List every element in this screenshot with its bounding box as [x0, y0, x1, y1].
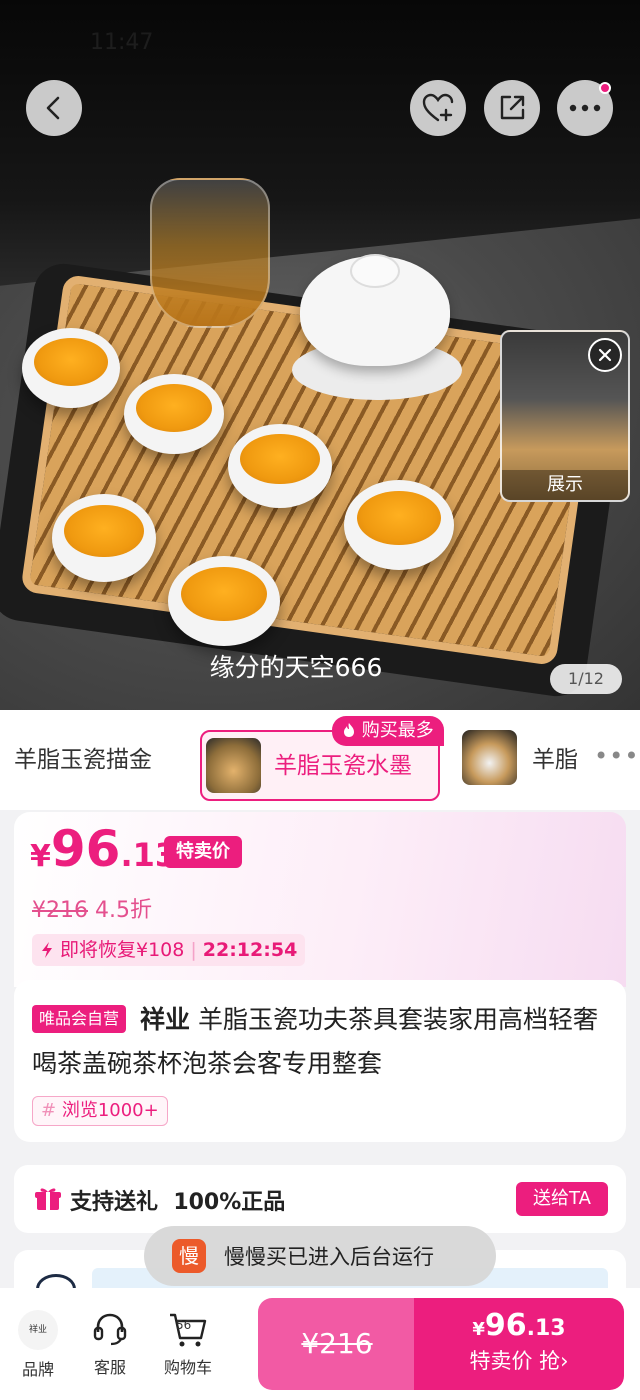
separator: | [190, 939, 197, 961]
image-cup [22, 328, 120, 408]
image-cup [52, 494, 156, 582]
buy-now-button[interactable]: ¥96.13 特卖价 抢› [414, 1298, 624, 1390]
cart-nav[interactable]: 56 购物车 [158, 1310, 218, 1378]
original-price: ¥216 4.5折 [32, 892, 152, 924]
status-time: 11:47 [90, 30, 154, 55]
chevron-left-icon [46, 96, 60, 120]
image-caption: 缘分的天空666 [0, 648, 592, 684]
image-counter: 1/12 [550, 664, 622, 694]
browse-count-tag[interactable]: # 浏览1000+ [32, 1096, 168, 1126]
more-variants-icon[interactable]: ••• [594, 742, 639, 770]
image-pitcher [150, 178, 270, 328]
notification-dot [599, 82, 611, 94]
price-restore-countdown: 即将恢复¥108 | 22:12:54 [32, 934, 306, 966]
variant-thumbnail [206, 738, 261, 793]
more-button[interactable] [557, 80, 613, 136]
close-preview-button[interactable] [588, 338, 622, 372]
browse-count-text: 浏览1000+ [61, 1100, 159, 1121]
share-icon [500, 95, 525, 120]
headset-icon [93, 1313, 127, 1346]
variant-label: 羊脂玉瓷水墨 [274, 753, 412, 779]
cart-icon: 56 [158, 1310, 218, 1348]
lightning-icon [42, 942, 52, 958]
more-dots-icon [569, 104, 601, 112]
best-seller-text: 购买最多 [361, 720, 434, 741]
close-icon [598, 348, 612, 362]
buy-price: ¥96.13 [414, 1308, 624, 1343]
video-preview[interactable]: 展示 [500, 330, 630, 502]
sale-price: ¥96.13 [30, 820, 177, 878]
favorite-button[interactable] [410, 80, 466, 136]
heart-plus-icon [422, 93, 454, 122]
toast-message: 慢慢买已进入后台运行 [224, 1245, 434, 1269]
product-title: 祥业 羊脂玉瓷功夫茶具套装家用高档轻奢喝茶盖碗茶杯泡茶会客专用整套 [32, 998, 602, 1086]
buy-price-integer: 96 [484, 1308, 527, 1343]
gift-icon [34, 1186, 62, 1216]
discount-text: 4.5折 [95, 898, 152, 923]
variant-option[interactable]: 羊脂 [532, 732, 580, 788]
brand-logo: 祥业 [18, 1310, 58, 1350]
status-bar: 11:47 [0, 0, 640, 70]
buy-price-decimal: .13 [526, 1316, 566, 1341]
special-price-badge: 特卖价 [164, 836, 242, 868]
original-price-value: ¥216 [32, 898, 88, 923]
variant-thumbnail[interactable] [462, 730, 517, 785]
brand-nav[interactable]: 祥业 品牌 [8, 1310, 68, 1380]
buy-label-text: 特卖价 抢 [469, 1349, 561, 1373]
product-brand: 祥业 [140, 1005, 191, 1034]
background-toast: 慢 慢慢买已进入后台运行 [144, 1226, 496, 1286]
countdown-timer: 22:12:54 [202, 939, 298, 961]
brand-logo-text: 祥业 [28, 1325, 47, 1335]
chevron-right-icon: › [560, 1349, 569, 1373]
brand-label: 品牌 [21, 1360, 54, 1379]
gift-support-text: 支持送礼 100%正品 [70, 1190, 286, 1215]
variant-selector: 羊脂玉瓷描金 羊脂玉瓷水墨 羊脂 [0, 710, 640, 810]
service-label: 客服 [93, 1358, 126, 1377]
cart-label: 购物车 [163, 1358, 212, 1377]
price-currency: ¥ [30, 839, 51, 874]
image-cup [168, 556, 280, 646]
variant-option[interactable]: 羊脂玉瓷描金 [14, 732, 152, 788]
hash-icon: # [41, 1100, 57, 1121]
restore-text: 即将恢复¥108 [60, 939, 185, 961]
product-title-text: 羊脂玉瓷功夫茶具套装家用高档轻奢喝茶盖碗茶杯泡茶会客专用整套 [32, 1005, 598, 1078]
send-gift-button[interactable]: 送给TA [516, 1182, 608, 1216]
price-integer: 96 [50, 820, 121, 878]
best-seller-badge: 购买最多 [332, 716, 444, 746]
original-price-button[interactable]: ¥216 [258, 1298, 416, 1390]
buy-label: 特卖价 抢› [414, 1345, 624, 1375]
image-gaiwan-lid [350, 254, 400, 288]
app-logo-icon: 慢 [172, 1239, 206, 1273]
share-button[interactable] [484, 80, 540, 136]
customer-service-nav[interactable]: 客服 [80, 1310, 140, 1378]
back-button[interactable] [26, 80, 82, 136]
image-caption-text: 缘分的天空666 [209, 653, 383, 682]
product-page: 11:47 展示 缘分的天空666 1/12 羊脂玉瓷描金 羊脂玉瓷水墨 羊脂 … [0, 0, 640, 1400]
image-cup [344, 480, 454, 570]
preview-label: 展示 [502, 470, 628, 500]
buy-currency: ¥ [472, 1319, 485, 1340]
image-cup [228, 424, 332, 508]
flame-icon [344, 723, 354, 737]
image-cup [124, 374, 224, 454]
cart-count-badge: 56 [176, 1318, 192, 1332]
